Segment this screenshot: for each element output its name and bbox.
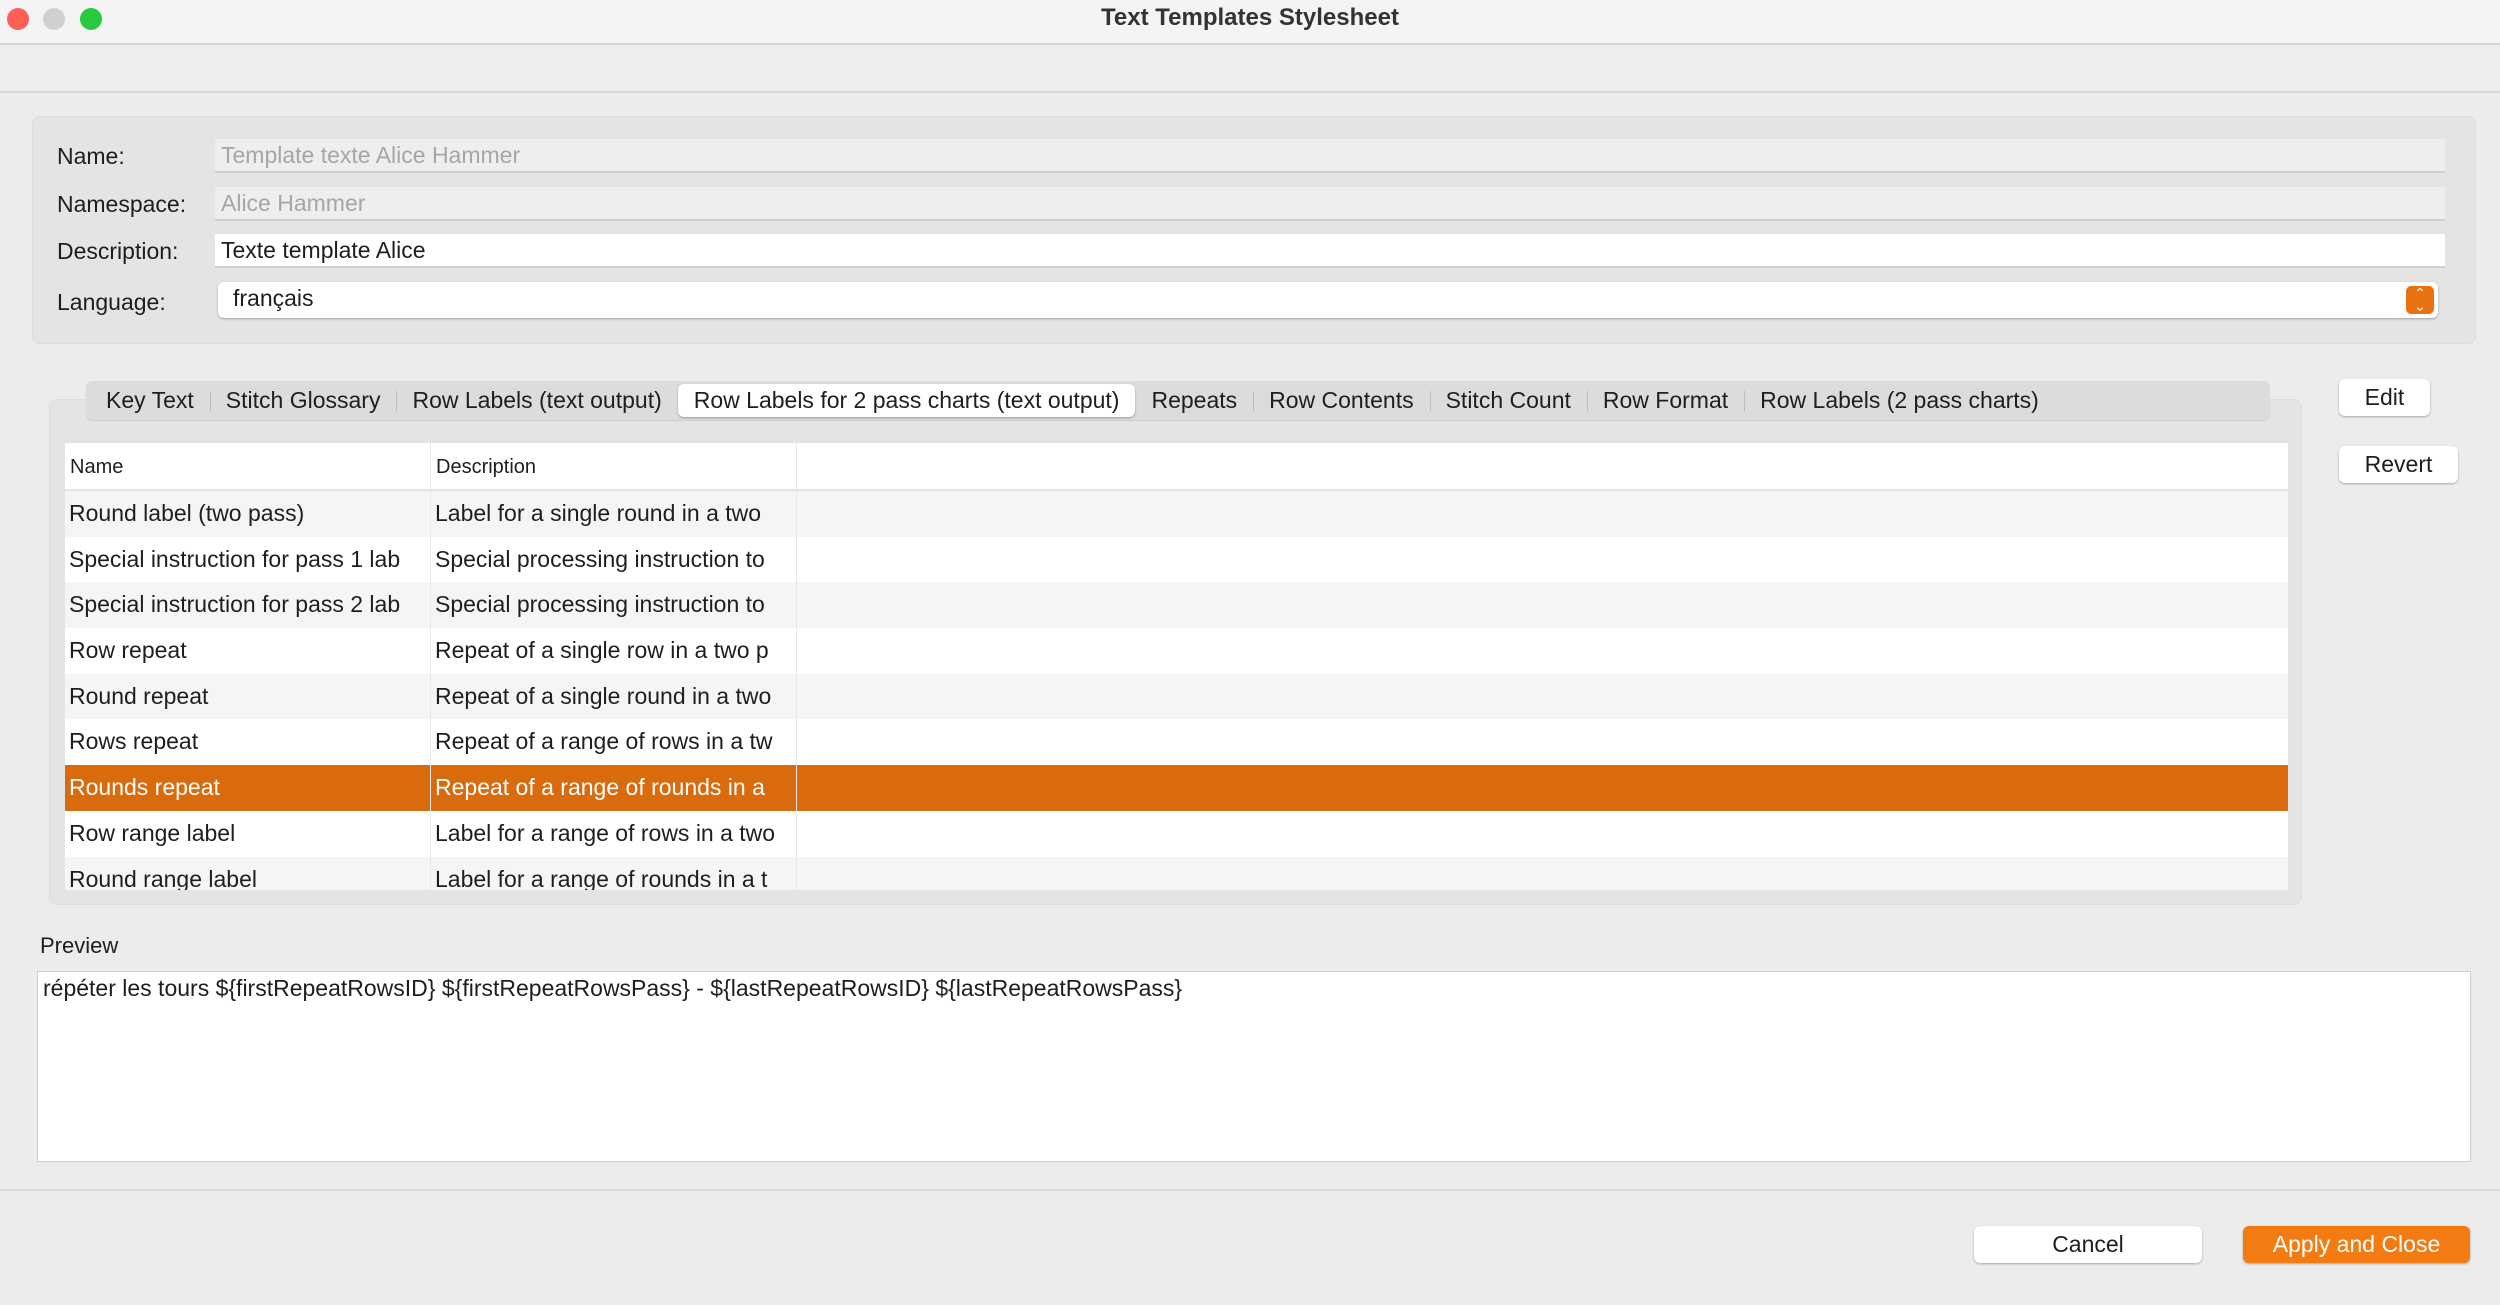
name-cell: Rounds repeat	[65, 765, 431, 811]
language-label: Language:	[57, 289, 166, 315]
name-field[interactable]: Template texte Alice Hammer	[215, 139, 2445, 173]
table-row[interactable]: Rows repeat Repeat of a range of rows in …	[65, 719, 2288, 766]
table-row[interactable]: Special instruction for pass 2 lab Specia…	[65, 582, 2288, 629]
tab-key-text[interactable]: Key Text	[90, 384, 210, 417]
name-cell: Round range label	[65, 856, 431, 890]
table-row[interactable]: Round repeat Repeat of a single round in …	[65, 673, 2288, 720]
name-cell: Row repeat	[65, 628, 431, 674]
edit-button[interactable]: Edit	[2339, 379, 2430, 416]
toolbar	[0, 45, 2500, 93]
table-row[interactable]: Rounds repeat Repeat of a range of rounds…	[65, 765, 2288, 811]
tab-row-labels-for-2-pass-charts-text-output[interactable]: Row Labels for 2 pass charts (text outpu…	[677, 384, 1136, 417]
templates-table: Name Description Round label (two pass) L…	[65, 443, 2288, 890]
description-cell: Label for a range of rounds in a t	[431, 856, 797, 890]
apply-and-close-button[interactable]: Apply and Close	[2243, 1226, 2470, 1263]
description-cell: Special processing instruction to	[431, 582, 797, 629]
language-value: français	[233, 285, 314, 311]
name-cell: Rows repeat	[65, 719, 431, 766]
window-title: Text Templates Stylesheet	[1101, 4, 1399, 31]
chevron-up-down-icon: ⌃ ⌄	[2406, 286, 2434, 314]
description-cell: Repeat of a single row in a two p	[431, 628, 797, 674]
name-cell: Special instruction for pass 2 lab	[65, 582, 431, 629]
table-row[interactable]: Special instruction for pass 1 lab Specia…	[65, 536, 2288, 583]
name-cell: Row range label	[65, 810, 431, 857]
preview-label: Preview	[40, 933, 119, 958]
tab-row-contents[interactable]: Row Contents	[1253, 384, 1429, 417]
description-cell: Repeat of a range of rounds in a	[431, 765, 797, 811]
description-cell: Label for a range of rows in a two	[431, 810, 797, 857]
name-label: Name:	[57, 143, 125, 169]
table-row[interactable]: Round range label Label for a range of ro…	[65, 856, 2288, 890]
table-header: Name Description	[65, 443, 2288, 491]
column-header-name[interactable]: Name	[65, 443, 431, 489]
language-select[interactable]: français ⌃ ⌄	[218, 282, 2438, 318]
table-row[interactable]: Row range label Label for a range of rows…	[65, 810, 2288, 857]
tab-row-format[interactable]: Row Format	[1586, 384, 1744, 417]
table-row[interactable]: Row repeat Repeat of a single row in a tw…	[65, 628, 2288, 674]
name-cell: Special instruction for pass 1 lab	[65, 536, 431, 583]
tab-repeats[interactable]: Repeats	[1135, 384, 1253, 417]
description-field[interactable]: Texte template Alice	[215, 234, 2445, 268]
name-cell: Round repeat	[65, 673, 431, 720]
tab-stitch-count[interactable]: Stitch Count	[1429, 384, 1587, 417]
tab-stitch-glossary[interactable]: Stitch Glossary	[209, 384, 397, 417]
description-label: Description:	[57, 238, 179, 264]
description-cell: Repeat of a single round in a two	[431, 673, 797, 720]
divider	[0, 1189, 2500, 1191]
namespace-label: Namespace:	[57, 191, 187, 217]
tab-row-labels-text-output[interactable]: Row Labels (text output)	[396, 384, 677, 417]
title-bar: Text Templates Stylesheet	[0, 0, 2500, 45]
revert-button[interactable]: Revert	[2339, 446, 2458, 483]
table-row[interactable]: Round label (two pass) Label for a single…	[65, 491, 2288, 537]
cancel-button[interactable]: Cancel	[1974, 1226, 2202, 1263]
namespace-field[interactable]: Alice Hammer	[215, 187, 2445, 221]
preview-text-area[interactable]: répéter les tours ${firstRepeatRowsID} $…	[37, 971, 2471, 1162]
description-cell: Special processing instruction to	[431, 536, 797, 583]
description-cell: Label for a single round in a two	[431, 491, 797, 537]
description-cell: Repeat of a range of rows in a tw	[431, 719, 797, 766]
tab-row-labels-2-pass-charts[interactable]: Row Labels (2 pass charts)	[1744, 384, 2055, 417]
table-body: Round label (two pass) Label for a single…	[65, 491, 2288, 890]
name-cell: Round label (two pass)	[65, 491, 431, 537]
tab-bar: Key Text Stitch Glossary Row Labels (text …	[86, 381, 2270, 420]
column-header-description[interactable]: Description	[431, 443, 797, 489]
